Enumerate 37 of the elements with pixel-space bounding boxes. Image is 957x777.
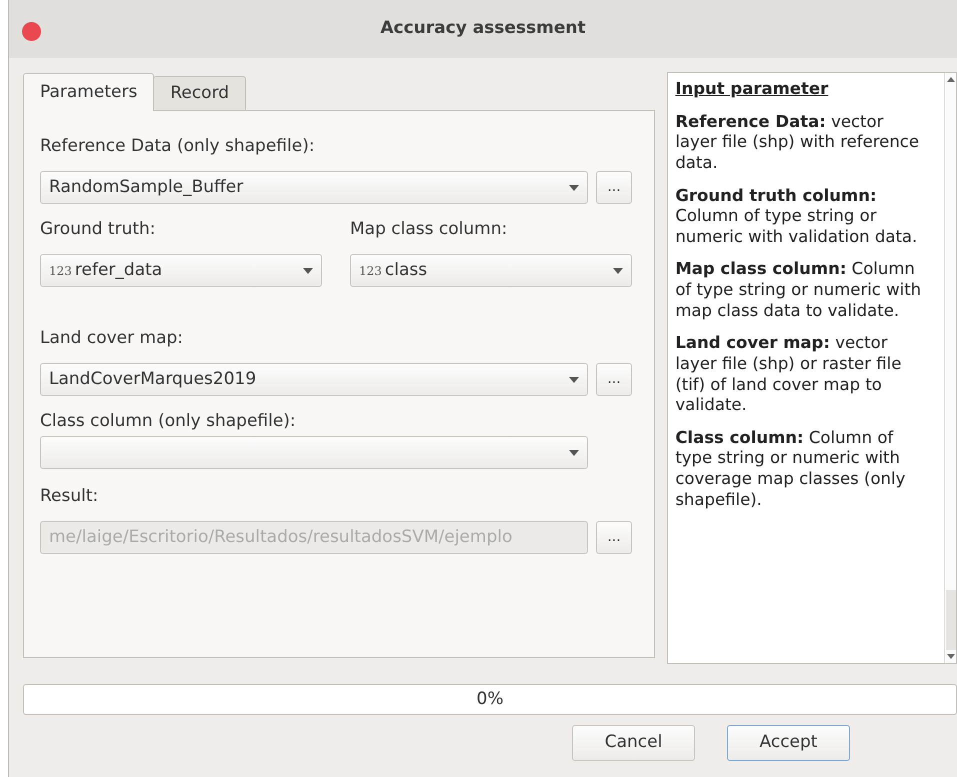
progress-text: 0% — [476, 688, 504, 711]
caret-icon — [613, 268, 623, 274]
type-label: 123 — [49, 262, 72, 280]
caret-icon — [569, 450, 579, 456]
field-label: Ground truth: — [40, 218, 157, 240]
field-label: Class column (only shapefile): — [40, 410, 297, 432]
field-label: Result: — [40, 485, 100, 508]
type-label: 123 — [359, 262, 382, 280]
scroll-thumb[interactable] — [946, 590, 956, 650]
help-heading: Input parameter — [675, 79, 830, 100]
window-title: Accuracy assessment — [380, 17, 586, 40]
tab[interactable]: Record — [153, 76, 246, 110]
scroll-up-icon[interactable] — [946, 77, 954, 82]
field-label: Map class column: — [350, 218, 508, 240]
scroll-down-icon[interactable] — [946, 654, 954, 659]
close-button[interactable] — [22, 22, 41, 41]
dropdown[interactable]: RandomSample_Buffer — [40, 171, 588, 204]
tab[interactable]: Parameters — [23, 72, 154, 111]
caret-icon — [303, 268, 313, 274]
cancel-button[interactable]: Cancel — [572, 725, 695, 761]
dropdown[interactable]: 123 class — [350, 254, 632, 288]
caret-icon — [569, 376, 579, 383]
help-paragraph: Reference Data: vector layer file (shp) with reference data. — [675, 112, 920, 174]
dropdown[interactable]: 123 refer_data — [40, 254, 322, 288]
browse-button[interactable]: ... — [596, 363, 632, 396]
caret-icon — [569, 184, 579, 191]
dropdown[interactable]: LandCoverMarques2019 — [40, 363, 588, 396]
accept-button[interactable]: Accept — [727, 725, 850, 761]
field-label: Reference Data (only shapefile): — [40, 135, 316, 158]
help-paragraph: Map class column: Column of type string or numeric with map class data to validate. — [675, 259, 922, 322]
help-paragraph: Ground truth column: Column of type string or numeric with validation data. — [675, 186, 918, 248]
help-paragraph: Land cover map: vector layer file (shp) or raster file (tif) of land cover map to validate. — [675, 333, 902, 416]
scrollbar[interactable] — [944, 73, 956, 663]
dropdown[interactable] — [40, 436, 588, 470]
field-label: Land cover map: — [40, 327, 184, 350]
browse-button[interactable]: ... — [596, 171, 632, 204]
help-paragraph: Class column: Column of type string or numeric with coverage map classes (only shapefile). — [675, 428, 906, 510]
